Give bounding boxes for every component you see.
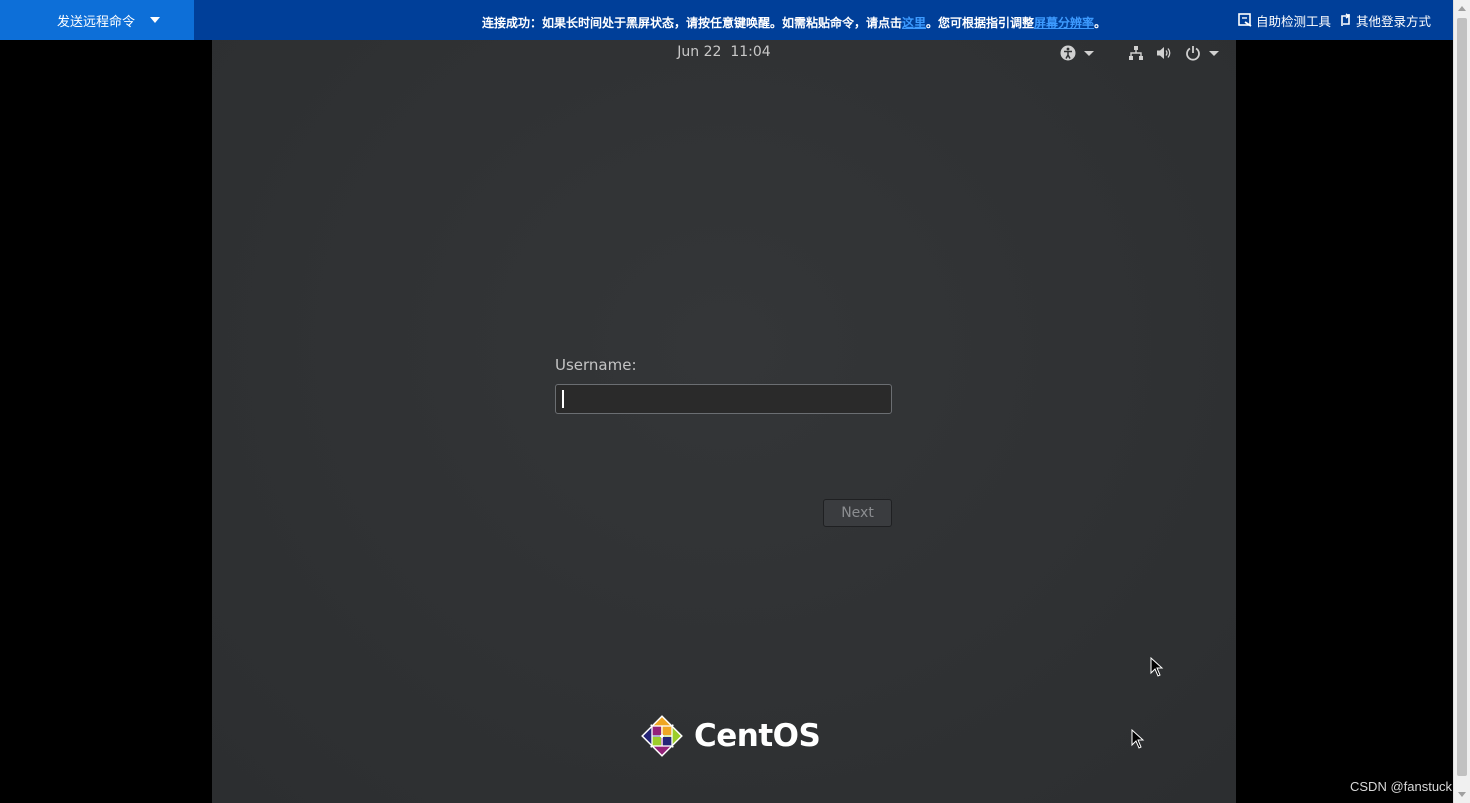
next-button[interactable]: Next [823, 499, 892, 527]
remote-toolbar: 发送远程命令 连接成功：如果长时间处于黑屏状态，请按任意键唤醒。如需粘贴命令，请… [0, 0, 1453, 40]
clock-time: 11:04 [730, 44, 771, 60]
system-menu[interactable] [1128, 45, 1219, 61]
self-check-tool-label: 自助检测工具 [1256, 13, 1332, 29]
centos-logo-text: CentOS [694, 718, 821, 754]
scroll-up-icon[interactable] [1458, 6, 1466, 11]
scroll-down-icon[interactable] [1458, 792, 1466, 797]
network-icon [1129, 46, 1143, 60]
centos-logo: CentOS [638, 712, 821, 760]
notice-text-suffix: 。 [1094, 16, 1107, 30]
remote-screen[interactable]: Jun 22 11:04 Username: Next CentOS [212, 40, 1236, 803]
username-input[interactable] [555, 384, 892, 414]
centos-emblem-icon [641, 715, 683, 757]
send-remote-command-button[interactable]: 发送远程命令 [0, 0, 194, 40]
other-login-label: 其他登录方式 [1356, 13, 1432, 29]
accessibility-icon [1060, 45, 1076, 61]
clock-date: Jun 22 [677, 44, 722, 60]
other-login-button[interactable]: 其他登录方式 [1339, 0, 1431, 40]
send-remote-command-label: 发送远程命令 [57, 14, 136, 30]
username-label: Username: [555, 356, 637, 374]
dropdown-caret-icon [150, 17, 161, 23]
accessibility-dropdown-icon [1084, 50, 1094, 56]
volume-icon [1157, 47, 1171, 59]
power-icon [1186, 46, 1200, 61]
text-caret [562, 390, 564, 408]
connection-notice: 连接成功：如果长时间处于黑屏状态，请按任意键唤醒。如需粘贴命令，请点击这里。您可… [482, 0, 1106, 40]
notice-text-prefix: 连接成功：如果长时间处于黑屏状态，请按任意键唤醒。如需粘贴命令，请点击 [482, 16, 903, 30]
mouse-pointer-icon [1131, 729, 1145, 749]
switch-login-icon [1341, 13, 1351, 26]
csdn-watermark: CSDN @fanstuck [1350, 779, 1453, 794]
screen-resolution-link[interactable]: 屏幕分辨率 [1034, 16, 1094, 30]
accessibility-menu[interactable] [1060, 45, 1094, 61]
notice-text-middle: 。您可根据指引调整 [926, 16, 1035, 30]
mouse-pointer-icon [1150, 657, 1164, 677]
self-check-tool-button[interactable]: 自助检测工具 [1238, 0, 1331, 40]
diagnostic-icon [1238, 13, 1252, 27]
vertical-scrollbar[interactable] [1453, 0, 1470, 803]
paste-command-link[interactable]: 这里 [902, 16, 926, 30]
system-menu-dropdown-icon [1209, 50, 1219, 56]
scrollbar-thumb[interactable] [1457, 18, 1467, 776]
